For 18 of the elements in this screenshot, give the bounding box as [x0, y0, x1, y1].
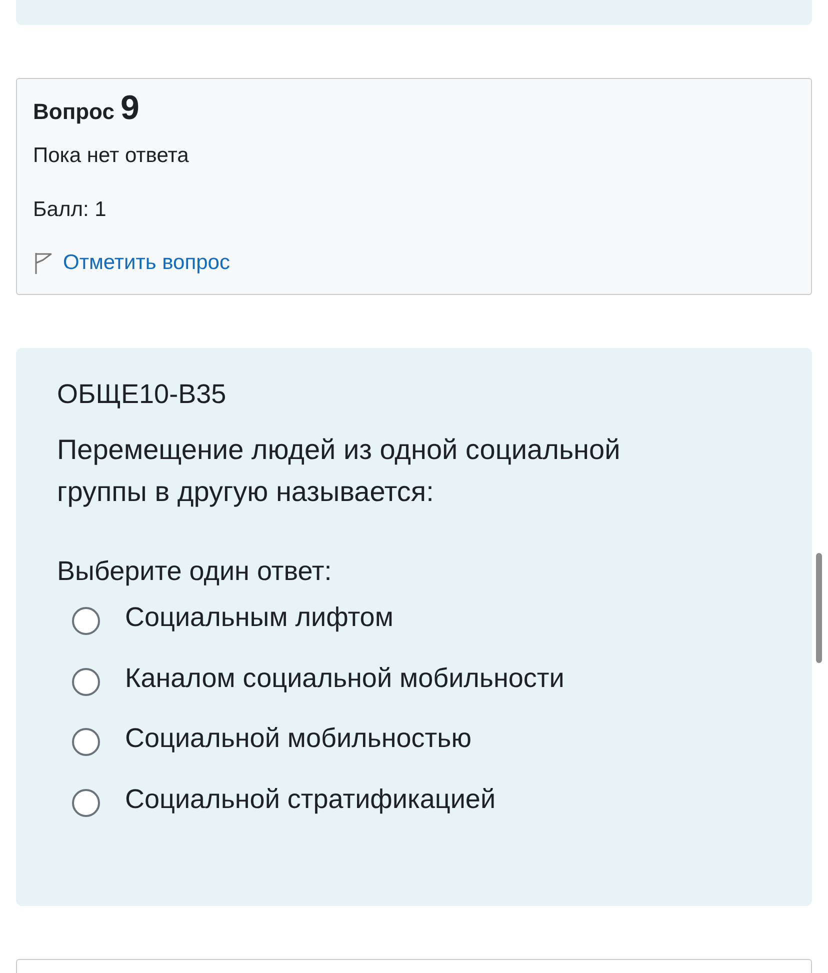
- radio-button[interactable]: [72, 607, 100, 636]
- grade-text: Балл: 1: [33, 196, 106, 222]
- option-label[interactable]: Каналом социальной мобильности: [125, 658, 564, 698]
- radio-button[interactable]: [72, 788, 100, 817]
- question-label: Вопрос: [33, 98, 114, 126]
- flag-icon: [33, 250, 53, 275]
- flag-question-link[interactable]: Отметить вопрос: [63, 247, 230, 278]
- option-label[interactable]: Социальным лифтом: [125, 597, 394, 638]
- answer-status: Пока нет ответа: [33, 143, 189, 169]
- question-code: ОБЩЕ10-В35: [57, 378, 226, 411]
- option-label[interactable]: Социальной стратификацией: [125, 778, 496, 819]
- answer-prompt: Выберите один ответ:: [57, 554, 332, 588]
- option-label[interactable]: Социальной мобильностью: [125, 718, 472, 758]
- question-text: Перемещение людей из одной социальной группы в другую называется:: [57, 432, 622, 509]
- radio-button[interactable]: [72, 668, 100, 696]
- scrollbar-thumb[interactable]: [816, 553, 822, 663]
- question-number: 9: [120, 91, 140, 125]
- radio-button[interactable]: [72, 728, 100, 756]
